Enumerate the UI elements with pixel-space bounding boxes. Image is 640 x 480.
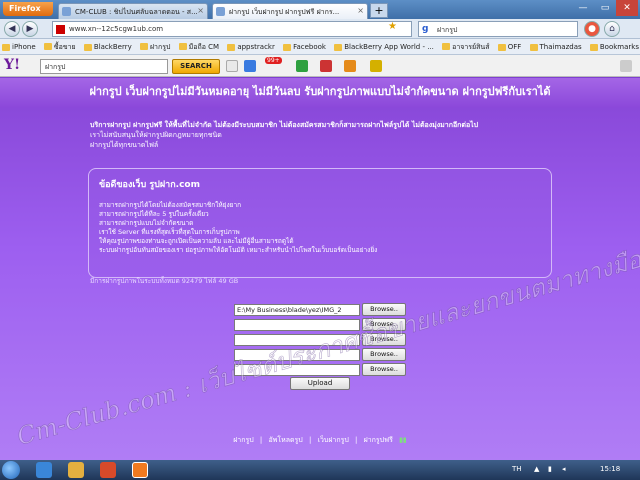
feature-line: สามารถฝากรูปได้โดยไม่ต้องสมัครสมาชิกให้ย… [99,201,242,209]
file-path-input[interactable]: E:\My Business\blade\yez\IMG_2 [234,304,360,316]
browse-button[interactable]: Browse.. [362,363,406,376]
bookmark-item[interactable]: iPhone [0,40,40,51]
tab-cm-club[interactable]: CM-CLUB : ชิปไปนศลับฉลาดตอน - ส... × [58,3,208,19]
yahoo-toolbar: Y! ฝากรูป SEARCH 99+ [0,55,640,77]
bookmark-item[interactable]: OFF [496,40,526,51]
features-box: ข้อดีของเว็บ รูปฝาก.com สามารถฝากรูปได้โ… [88,168,552,278]
pencil-icon[interactable] [226,60,238,72]
footer-separator: | [355,436,358,444]
tab-favicon-icon [216,7,225,16]
feature-line: เราใช้ Server ที่แรงที่สุดเร็วที่สุดในกา… [99,228,240,236]
main-content: บริการฝากรูป ฝากรูปฟรี ให้พื้นที่ไม่จำกั… [0,108,640,460]
media-icon[interactable] [100,462,116,478]
bookmark-item[interactable]: ฝากรูป [138,39,174,53]
bookmark-item[interactable]: อาจารย์สินส์ [440,39,493,53]
maximize-icon[interactable]: ▭ [594,0,616,16]
navigation-bar: ◀ ▶ www.xn--12c5cgw1ub.com g ฝากรูป ● ⌂ [0,19,640,39]
bookmark-star-icon[interactable]: ★ [388,21,397,32]
network-icon[interactable]: ▮ [548,465,552,473]
intro-line: ฝากรูปได้ทุกขนาดไฟล์ [90,141,159,149]
folder-icon[interactable] [68,462,84,478]
bookmarks-bar: iPhone ซื้อขาย BlackBerry ฝากรูป มือถือ … [0,39,640,55]
start-button-icon[interactable] [2,461,20,479]
back-icon[interactable]: ◀ [4,21,20,37]
footer-separator: | [308,436,312,444]
url-text: www.xn--12c5cgw1ub.com [69,25,164,33]
footer-separator: | [259,436,263,444]
search-engine-icon[interactable]: g [422,24,428,34]
footer-link[interactable]: ฝากรูป [231,436,255,444]
tab-favicon-icon [62,7,71,16]
window-titlebar: Firefox CM-CLUB : ชิปไปนศลับฉลาดตอน - ส.… [0,0,640,19]
news-icon[interactable] [320,60,332,72]
file-path-input[interactable] [234,349,360,361]
browse-button[interactable]: Browse.. [362,318,406,331]
bookmark-item[interactable]: Facebook [281,40,330,51]
toolbar-options-icon[interactable] [620,60,632,72]
new-tab-button[interactable]: + [370,3,388,18]
feed-icon[interactable] [344,60,356,72]
forward-icon[interactable]: ▶ [22,21,38,37]
yahoo-search-button[interactable]: SEARCH [172,59,220,74]
stats-chart-icon[interactable]: ▮▮ [397,436,409,444]
settings-icon[interactable] [370,60,382,72]
bookmark-item[interactable]: Bookmarks [588,40,640,51]
file-path-input[interactable] [234,364,360,376]
intro-lead: บริการฝากรูป ฝากรูปฟรี ให้พื้นที่ไม่จำกั… [90,121,479,129]
feature-line: ให้คุณรูปภาพของท่านจะถูกเปิดเป็นความลับ … [99,237,294,245]
bookmark-item[interactable]: appstrackr [225,40,279,51]
addon-icon[interactable]: ● [584,21,600,37]
footer-link[interactable]: เว็บฝากรูป [316,436,351,444]
bookmark-item[interactable]: BlackBerry [82,40,136,51]
search-text: ฝากรูป [437,26,458,34]
volume-icon[interactable]: ◂ [562,465,566,473]
upload-stats: มีการฝากรูปภาพในระบบทั้งหมด 92479 ไฟล์ 4… [90,277,239,285]
site-favicon-icon [56,25,65,34]
yahoo-search-input[interactable]: ฝากรูป [40,59,168,74]
ie-icon[interactable] [36,462,52,478]
home-icon[interactable]: ⌂ [604,21,620,37]
browser-search-input[interactable]: g ฝากรูป [418,21,578,37]
footer-links: ฝากรูป | อัพโหลดรูป | เว็บฝากรูป | ฝากรู… [0,435,640,446]
features-title: ข้อดีของเว็บ รูปฝาก.com [99,180,200,190]
page-title: ฝากรูป เว็บฝากรูปไม่มีวันหมดอายุ ไม่มีวั… [0,78,640,108]
tab-close-icon[interactable]: × [197,6,204,15]
yahoo-logo[interactable]: Y! [4,57,20,73]
url-input[interactable]: www.xn--12c5cgw1ub.com [52,21,412,37]
footer-link[interactable]: ฝากรูปฟรี [362,436,395,444]
browse-button[interactable]: Browse.. [362,333,406,346]
tab-title: CM-CLUB : ชิปไปนศลับฉลาดตอน - ส... [75,8,198,16]
bookmark-item[interactable]: มือถือ CM [177,39,223,53]
file-path-input[interactable] [234,334,360,346]
file-path-input[interactable] [234,319,360,331]
clock[interactable]: 15:18 [600,465,620,473]
feature-line: ระบบฝากรูปอันทันสมัยของเรา ย่อรูปภาพให้อ… [99,246,378,254]
mail-count-badge: 99+ [265,57,282,64]
feature-line: สามารถฝากรูปแบบไม่จำกัดขนาด [99,219,194,227]
tab-upload-site[interactable]: ฝากรูป เว็บฝากรูป ฝากรูปฟรี ฝากร... × [212,3,368,19]
intro-text: บริการฝากรูป ฝากรูปฟรี ให้พื้นที่ไม่จำกั… [90,120,560,150]
firefox-menu-button[interactable]: Firefox [3,2,53,16]
taskbar: TH ▲ ▮ ◂ 15:18 [0,460,640,480]
mail-icon[interactable] [244,60,256,72]
browse-button[interactable]: Browse.. [362,348,406,361]
tab-close-icon[interactable]: × [357,6,364,15]
browse-button[interactable]: Browse.. [362,303,406,316]
tray-arrow-icon[interactable]: ▲ [534,465,539,473]
apps-icon[interactable] [296,60,308,72]
feature-line: สามารถฝากรูปได้ทีละ 5 รูปในครั้งเดียว [99,210,209,218]
bookmark-item[interactable]: ซื้อขาย [42,39,80,53]
tab-title: ฝากรูป เว็บฝากรูป ฝากรูปฟรี ฝากร... [229,8,340,16]
bookmark-item[interactable]: Thaimazdas [528,40,586,51]
upload-button[interactable]: Upload [290,377,350,390]
intro-line: เราไม่สนับสนุนให้ฝากรูปผิดกฎหมายทุกชนิด [90,131,222,139]
minimize-icon[interactable]: — [572,0,594,16]
language-indicator[interactable]: TH [512,465,522,473]
close-window-icon[interactable]: ✕ [616,0,638,16]
bookmark-item[interactable]: BlackBerry App World - ... [332,40,438,51]
firefox-taskbar-icon[interactable] [132,462,148,478]
footer-link[interactable]: อัพโหลดรูป [267,436,305,444]
